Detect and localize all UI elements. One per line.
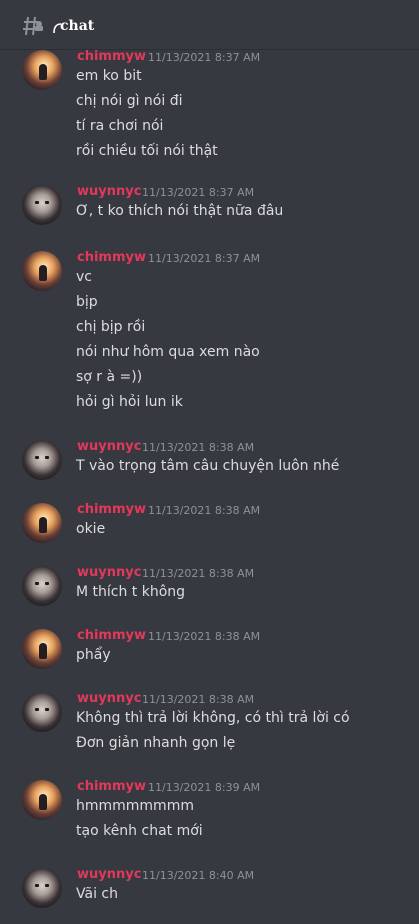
username[interactable]: wuynnyc — [77, 439, 141, 454]
message-text: sợ r à =)) — [76, 369, 143, 385]
message-text: em ko bit — [76, 68, 142, 84]
user-avatar[interactable] — [22, 50, 62, 90]
timestamp: 11/13/2021 8:38 AM — [148, 504, 261, 517]
username[interactable]: wuynnyc — [77, 867, 141, 882]
username[interactable]: wuynnyc — [77, 691, 141, 706]
message-text: bịp — [76, 294, 98, 310]
username[interactable]: chimmyw — [77, 49, 146, 64]
user-avatar[interactable] — [22, 440, 62, 480]
timestamp: 11/13/2021 8:37 AM — [142, 186, 255, 199]
username[interactable]: wuynnyc — [77, 565, 141, 580]
hash-thread-icon[interactable] — [22, 14, 46, 38]
user-avatar[interactable] — [22, 629, 62, 669]
username[interactable]: chimmyw — [77, 628, 146, 643]
user-avatar[interactable] — [22, 868, 62, 908]
message-text: hmmmmmmmm — [76, 798, 194, 814]
username[interactable]: chimmyw — [77, 502, 146, 517]
username[interactable]: chimmyw — [77, 779, 146, 794]
timestamp: 11/13/2021 8:39 AM — [148, 781, 261, 794]
channel-header: chat — [0, 0, 419, 50]
timestamp: 11/13/2021 8:38 AM — [142, 441, 255, 454]
user-avatar[interactable] — [22, 503, 62, 543]
message-text: tí ra chơi nói — [76, 118, 164, 134]
message-text: chị nói gì nói đi — [76, 93, 183, 109]
user-avatar[interactable] — [22, 692, 62, 732]
username[interactable]: wuynnyc — [77, 184, 141, 199]
timestamp: 11/13/2021 8:38 AM — [148, 630, 261, 643]
timestamp: 11/13/2021 8:38 AM — [142, 693, 255, 706]
user-avatar[interactable] — [22, 251, 62, 291]
timestamp: 11/13/2021 8:38 AM — [142, 567, 255, 580]
user-avatar[interactable] — [22, 780, 62, 820]
message-text: nói như hôm qua xem nào — [76, 344, 260, 360]
message-text: M thích t không — [76, 584, 186, 600]
message-text: vc — [76, 269, 92, 285]
message-text: okie — [76, 521, 106, 537]
message-text: T vào trọng tâm câu chuyện luôn nhé — [76, 458, 340, 474]
timestamp: 11/13/2021 8:40 AM — [142, 869, 255, 882]
message-text: hỏi gì hỏi lun ik — [76, 394, 183, 410]
timestamp: 11/13/2021 8:37 AM — [148, 252, 261, 265]
message-text: Không thì trả lời không, có thì trả lời … — [76, 710, 350, 726]
message-text: Ơ, t ko thích nói thật nữa đâu — [76, 203, 284, 219]
message-text: tạo kênh chat mới — [76, 823, 203, 839]
username[interactable]: chimmyw — [77, 250, 146, 265]
timestamp: 11/13/2021 8:37 AM — [148, 51, 261, 64]
message-text: Vãi ch — [76, 886, 118, 902]
user-avatar[interactable] — [22, 185, 62, 225]
message-text: Đơn giản nhanh gọn lẹ — [76, 735, 236, 751]
user-avatar[interactable] — [22, 566, 62, 606]
message-text: phẩy — [76, 647, 111, 663]
channel-name[interactable]: chat — [60, 18, 94, 34]
message-text: rồi chiều tối nói thật — [76, 143, 218, 159]
message-text: chị bịp rồi — [76, 319, 146, 335]
